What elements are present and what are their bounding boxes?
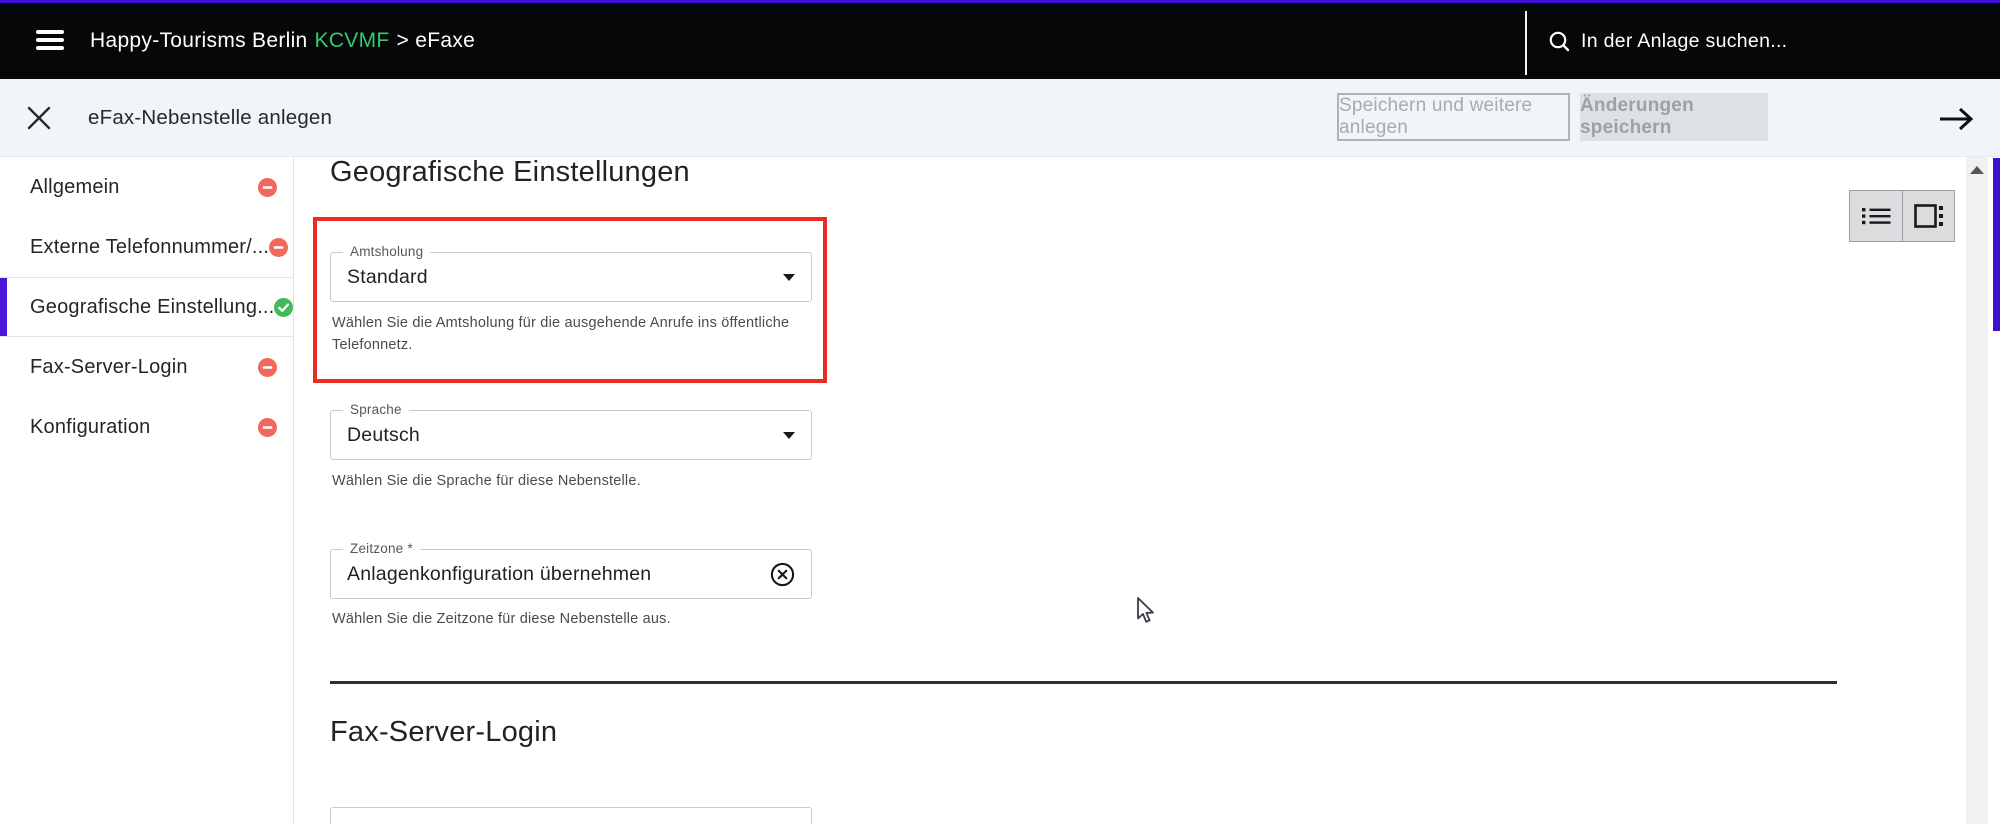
app-bar: Happy-Tourisms Berlin KCVMF > eFaxe In d… <box>0 3 2000 79</box>
sprache-select[interactable]: Sprache Deutsch <box>330 410 812 460</box>
forward-arrow-icon[interactable] <box>1938 106 1976 132</box>
list-view-button[interactable] <box>1850 191 1902 241</box>
next-field-partial[interactable] <box>330 807 812 824</box>
field-value: Deutsch <box>347 424 420 447</box>
search-placeholder: In der Anlage suchen... <box>1581 30 1787 53</box>
field-helper-text: Wählen Sie die Sprache für diese Nebenst… <box>332 471 808 493</box>
search-icon <box>1548 30 1570 52</box>
incomplete-status-icon <box>258 178 277 197</box>
sidebar-item-label: Externe Telefonnummer/... <box>30 236 269 259</box>
header-divider <box>1525 11 1527 75</box>
field-helper-text: Wählen Sie die Amtsholung für die ausgeh… <box>332 313 808 357</box>
sidebar-item-label: Fax-Server-Login <box>30 356 188 379</box>
incomplete-status-icon <box>269 238 288 257</box>
list-view-icon <box>1861 205 1891 227</box>
mouse-cursor <box>1131 596 1157 626</box>
incomplete-status-icon <box>258 358 277 377</box>
sidebar-item-label: Konfiguration <box>30 416 150 439</box>
field-helper-text: Wählen Sie die Zeitzone für diese Nebens… <box>332 609 808 631</box>
field-value: Standard <box>347 266 428 289</box>
field-value: Anlagenkonfiguration übernehmen <box>347 563 651 586</box>
view-toggle-group <box>1849 190 1955 242</box>
search-input[interactable]: In der Anlage suchen... <box>1548 3 1787 79</box>
sidebar-item-konfiguration[interactable]: Konfiguration <box>0 397 293 457</box>
hamburger-menu-icon[interactable] <box>36 30 64 51</box>
sidebar-item-allgemein[interactable]: Allgemein <box>0 157 293 217</box>
sidebar-item-label: Allgemein <box>30 176 120 199</box>
save-changes-button[interactable]: Änderungen speichern <box>1580 93 1768 141</box>
complete-status-icon <box>274 298 293 317</box>
chevron-down-icon <box>783 432 795 439</box>
sidebar-item-geografische-einstellungen[interactable]: Geografische Einstellung... <box>0 277 293 337</box>
field-label: Amtsholung <box>343 244 430 259</box>
form-section-nav: Allgemein Externe Telefonnummer/... Geog… <box>0 157 294 824</box>
amtsholung-select[interactable]: Amtsholung Standard <box>330 252 812 302</box>
panel-scrollbar-track[interactable] <box>1966 157 1988 824</box>
close-icon[interactable] <box>26 105 52 131</box>
breadcrumb-tenant-code: KCVMF <box>315 29 390 53</box>
incomplete-status-icon <box>258 418 277 437</box>
page-scrollbar-thumb[interactable] <box>1993 158 2000 331</box>
field-label: Sprache <box>343 402 409 417</box>
sidebar-item-fax-server-login[interactable]: Fax-Server-Login <box>0 337 293 397</box>
breadcrumb-page: > eFaxe <box>397 29 476 53</box>
breadcrumb-tenant-name: Happy-Tourisms Berlin <box>90 29 308 53</box>
section-divider <box>330 681 1837 684</box>
save-and-create-another-button[interactable]: Speichern und weitere anlegen <box>1337 93 1570 141</box>
screen: Happy-Tourisms Berlin KCVMF > eFaxe In d… <box>0 0 2000 824</box>
section-heading-fax-server-login: Fax-Server-Login <box>330 716 557 749</box>
field-zeitzone: Zeitzone * Anlagenkonfiguration übernehm… <box>330 549 812 599</box>
chevron-down-icon <box>783 274 795 281</box>
panel-view-button[interactable] <box>1902 191 1954 241</box>
dialog-toolbar: eFax-Nebenstelle anlegen Speichern und w… <box>0 79 2000 157</box>
section-heading-geografische-einstellungen: Geografische Einstellungen <box>330 156 690 189</box>
page-title: eFax-Nebenstelle anlegen <box>88 79 332 157</box>
field-label: Zeitzone * <box>343 541 420 556</box>
field-sprache: Sprache Deutsch Wählen Sie die Sprache f… <box>330 410 812 460</box>
scrollbar-up-arrow[interactable] <box>1966 160 1988 180</box>
breadcrumb[interactable]: Happy-Tourisms Berlin KCVMF > eFaxe <box>90 3 475 79</box>
clear-value-icon[interactable] <box>770 562 795 587</box>
sidebar-item-label: Geografische Einstellung... <box>30 296 274 319</box>
sidebar-item-externe-telefonnummer[interactable]: Externe Telefonnummer/... <box>0 217 293 277</box>
panel-view-icon <box>1914 204 1944 228</box>
field-amtsholung: Amtsholung Standard Wählen Sie die Amtsh… <box>330 252 812 302</box>
zeitzone-input[interactable]: Zeitzone * Anlagenkonfiguration übernehm… <box>330 549 812 599</box>
